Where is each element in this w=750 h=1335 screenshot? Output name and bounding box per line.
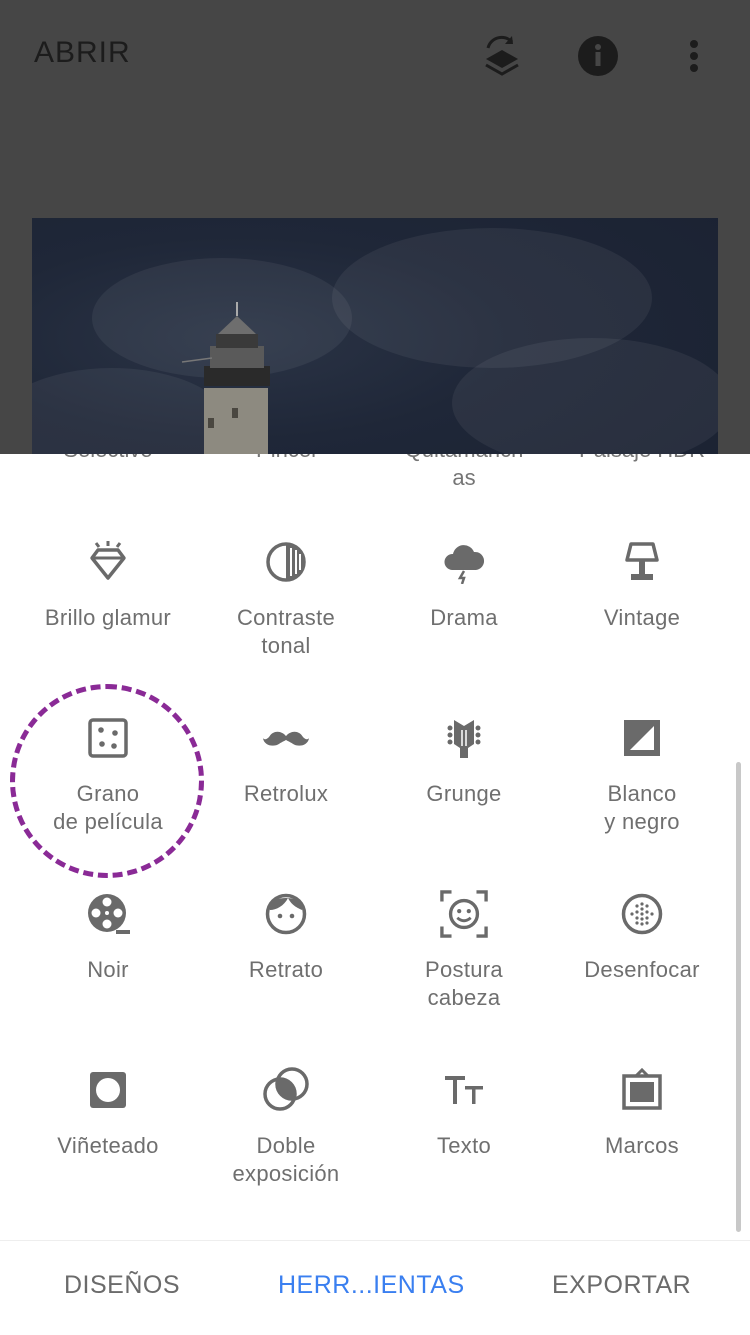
bottom-nav: DISEÑOS HERR...IENTAS EXPORTAR	[0, 1240, 750, 1335]
tool-glamour-glow[interactable]: Brillo glamur	[19, 538, 197, 714]
tool-label: Postura cabeza	[425, 957, 503, 1010]
tool-frames[interactable]: Marcos	[553, 1066, 731, 1240]
face-icon	[262, 890, 310, 938]
lighthouse-image	[181, 302, 270, 454]
tool-black-white[interactable]: Blanco y negro	[553, 714, 731, 890]
tool-label-selective[interactable]: Selectivo	[19, 454, 197, 464]
open-button[interactable]: ABRIR	[34, 36, 131, 70]
more-vert-icon[interactable]	[670, 32, 718, 80]
tools-sheet: Selectivo Pincel Quitamanch as Paisaje H…	[0, 454, 750, 1240]
layers-undo-icon[interactable]	[478, 32, 526, 80]
tool-label: Grunge	[426, 781, 502, 806]
tool-label: Contraste tonal	[236, 605, 336, 658]
tool-label: Texto	[436, 1133, 492, 1158]
photo-preview	[32, 218, 718, 454]
tool-head-pose[interactable]: Postura cabeza	[375, 890, 553, 1066]
double-exposure-icon	[262, 1066, 310, 1114]
mustache-icon	[262, 714, 310, 762]
tool-label: Desenfocar	[584, 957, 700, 982]
tool-label-healing[interactable]: Quitamanch as	[375, 454, 553, 492]
tool-vignette[interactable]: Viñeteado	[19, 1066, 197, 1240]
frame-icon	[618, 1066, 666, 1114]
tool-noir[interactable]: Noir	[19, 890, 197, 1066]
grain-icon	[84, 714, 132, 762]
guitar-head-icon	[440, 714, 488, 762]
lamp-icon	[618, 538, 666, 586]
storm-cloud-icon	[440, 538, 488, 586]
partial-tool-row: Selectivo Pincel Quitamanch as Paisaje H…	[0, 454, 750, 516]
tool-drama[interactable]: Drama	[375, 538, 553, 714]
nav-designs[interactable]: DISEÑOS	[64, 1271, 180, 1300]
tool-label: Brillo glamur	[44, 605, 172, 630]
tool-film-grain[interactable]: Grano de película	[19, 714, 197, 890]
app-header: ABRIR	[0, 0, 750, 112]
tool-vintage[interactable]: Vintage	[553, 538, 731, 714]
top-area: ABRIR	[0, 0, 750, 454]
tool-label-hdr[interactable]: Paisaje HDR	[553, 454, 731, 464]
tool-double-exposure[interactable]: Doble exposición	[197, 1066, 375, 1240]
tonal-contrast-icon	[262, 538, 310, 586]
info-icon[interactable]	[574, 32, 622, 80]
scrollbar[interactable]	[736, 762, 741, 1232]
tool-label-brush[interactable]: Pincel	[197, 454, 375, 464]
film-reel-icon	[84, 890, 132, 938]
tool-label: Retrolux	[243, 781, 329, 806]
text-icon	[440, 1066, 488, 1114]
tool-grunge[interactable]: Grunge	[375, 714, 553, 890]
tool-portrait[interactable]: Retrato	[197, 890, 375, 1066]
tool-label: Retrato	[248, 957, 324, 982]
tool-label: Vintage	[603, 605, 681, 630]
nav-export[interactable]: EXPORTAR	[552, 1271, 691, 1300]
black-white-icon	[618, 714, 666, 762]
head-pose-icon	[440, 890, 488, 938]
tool-label: Drama	[430, 605, 498, 630]
tool-label: Marcos	[605, 1133, 679, 1158]
tool-lens-blur[interactable]: Desenfocar	[553, 890, 731, 1066]
tool-text[interactable]: Texto	[375, 1066, 553, 1240]
tool-tonal-contrast[interactable]: Contraste tonal	[197, 538, 375, 714]
blur-icon	[618, 890, 666, 938]
tool-label: Grano de película	[53, 781, 163, 834]
tool-label: Blanco y negro	[604, 781, 680, 834]
nav-tools[interactable]: HERR...IENTAS	[278, 1271, 465, 1300]
diamond-icon	[84, 538, 132, 586]
tool-label: Doble exposición	[232, 1133, 340, 1186]
tool-label: Noir	[87, 957, 129, 982]
vignette-icon	[84, 1066, 132, 1114]
tool-retrolux[interactable]: Retrolux	[197, 714, 375, 890]
tool-label: Viñeteado	[57, 1133, 159, 1158]
tools-grid: Brillo glamur Contraste tonal Drama Vint…	[19, 538, 731, 1240]
